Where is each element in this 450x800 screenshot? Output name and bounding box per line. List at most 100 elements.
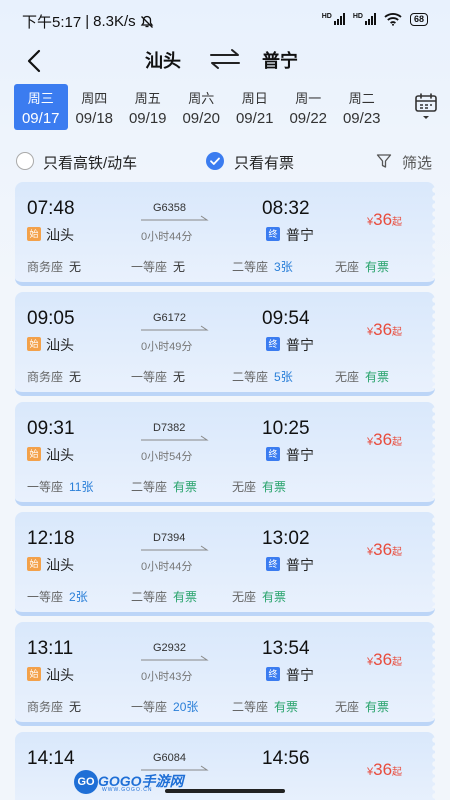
date-tab[interactable]: 周一 09/22 bbox=[282, 84, 336, 130]
arrow-right-icon bbox=[141, 435, 209, 441]
date-tab-weekday: 周二 bbox=[348, 91, 375, 106]
seat-value: 有票 bbox=[274, 700, 299, 714]
departure-time: 14:14 bbox=[27, 748, 75, 769]
high-speed-only-radio[interactable] bbox=[16, 152, 34, 170]
has-ticket-only-label[interactable]: 只看有票 bbox=[234, 152, 294, 173]
seat-info: 一等座无 bbox=[131, 368, 185, 385]
destination-station-title[interactable]: 普宁 bbox=[262, 47, 298, 73]
train-card[interactable]: 07:48 G6358 0小时44分 08:32 始 汕头 终 普宁 ¥36起 … bbox=[15, 182, 435, 286]
seat-info: 二等座 5张 bbox=[232, 368, 293, 385]
train-card[interactable]: 09:05 G6172 0小时49分 09:54 始 汕头 终 普宁 ¥36起 … bbox=[15, 292, 435, 396]
watermark-subtext: WWW.GOGO.CN bbox=[102, 787, 153, 793]
arrow-right-icon bbox=[141, 545, 209, 551]
seat-info: 无座 有票 bbox=[232, 478, 286, 495]
price-suffix: 起 bbox=[392, 657, 403, 668]
arrival-station: 普宁 bbox=[286, 447, 314, 463]
departure-time: 09:31 bbox=[27, 418, 75, 439]
date-tab-date: 09/17 bbox=[21, 110, 60, 127]
start-station-badge: 始 bbox=[27, 447, 41, 461]
check-icon bbox=[210, 157, 220, 165]
seat-value: 20张 bbox=[173, 700, 199, 714]
price-suffix: 起 bbox=[392, 767, 403, 778]
seat-name: 无座 bbox=[232, 590, 257, 604]
departure-time: 07:48 bbox=[27, 198, 75, 219]
departure-station: 汕头 bbox=[46, 447, 74, 463]
seat-info: 商务座无 bbox=[27, 698, 81, 715]
status-bar: 下午5:17 | 8.3K/s HD HD 68 bbox=[0, 0, 450, 40]
train-number: G6358 bbox=[153, 202, 187, 214]
date-tab-date: 09/22 bbox=[289, 110, 328, 127]
seat-value: 有票 bbox=[365, 370, 390, 384]
signal-tag: HD bbox=[321, 13, 332, 20]
duration: 0小时49分 bbox=[141, 341, 193, 353]
origin-station-title[interactable]: 汕头 bbox=[145, 47, 181, 73]
seat-info: 一等座 11张 bbox=[27, 478, 93, 495]
seat-info: 无座 有票 bbox=[335, 368, 389, 385]
departure-station: 汕头 bbox=[46, 337, 74, 353]
price-suffix: 起 bbox=[392, 217, 403, 228]
price: ¥36起 bbox=[367, 430, 402, 450]
funnel-icon[interactable] bbox=[376, 153, 392, 169]
start-station-badge: 始 bbox=[27, 337, 41, 351]
duration: 0小时54分 bbox=[141, 451, 193, 463]
price-suffix: 起 bbox=[392, 327, 403, 338]
date-tab[interactable]: 周二 09/23 bbox=[335, 84, 389, 130]
seat-value: 有票 bbox=[173, 590, 198, 604]
seat-value: 有票 bbox=[262, 590, 287, 604]
seat-name: 一等座 bbox=[131, 700, 168, 714]
seat-value: 有票 bbox=[365, 700, 390, 714]
train-card[interactable]: 12:18 D7394 0小时44分 13:02 始 汕头 终 普宁 ¥36起 … bbox=[15, 512, 435, 616]
arrival-time: 13:54 bbox=[262, 638, 310, 659]
signal-tag: HD bbox=[352, 13, 363, 20]
swap-icon[interactable] bbox=[208, 48, 242, 70]
has-ticket-only-radio[interactable] bbox=[206, 152, 224, 170]
seat-name: 商务座 bbox=[27, 700, 64, 714]
calendar-icon[interactable] bbox=[414, 92, 438, 122]
terminal-station-badge: 终 bbox=[266, 557, 280, 571]
home-indicator[interactable] bbox=[165, 789, 285, 793]
seat-info: 无座 有票 bbox=[335, 258, 389, 275]
date-tab-date: 09/20 bbox=[182, 110, 221, 127]
price-value: 36 bbox=[373, 650, 393, 669]
header: 汕头 普宁 bbox=[0, 40, 450, 80]
price-value: 36 bbox=[373, 210, 393, 229]
seat-value: 有票 bbox=[262, 480, 287, 494]
seat-name: 无座 bbox=[335, 700, 360, 714]
date-tab-weekday: 周六 bbox=[188, 91, 215, 106]
train-card[interactable]: 13:11 G2932 0小时43分 13:54 始 汕头 终 普宁 ¥36起 … bbox=[15, 622, 435, 726]
status-separator: | bbox=[85, 13, 90, 30]
seat-name: 商务座 bbox=[27, 370, 64, 384]
arrival-station: 普宁 bbox=[286, 227, 314, 243]
seat-info: 商务座无 bbox=[27, 258, 81, 275]
price: ¥36起 bbox=[367, 650, 402, 670]
train-card[interactable]: 09:31 D7382 0小时54分 10:25 始 汕头 终 普宁 ¥36起 … bbox=[15, 402, 435, 506]
duration: 0小时44分 bbox=[141, 561, 193, 573]
date-tab[interactable]: 周四 09/18 bbox=[68, 84, 122, 130]
terminal-station-badge: 终 bbox=[266, 667, 280, 681]
date-tab-date: 09/19 bbox=[128, 110, 167, 127]
back-arrow-icon[interactable] bbox=[20, 46, 50, 76]
seat-name: 无座 bbox=[335, 260, 360, 274]
arrival-time: 09:54 bbox=[262, 308, 310, 329]
date-tab-date: 09/21 bbox=[235, 110, 274, 127]
date-tab-weekday: 周四 bbox=[81, 91, 108, 106]
seat-info: 二等座 有票 bbox=[131, 478, 197, 495]
departure-station: 汕头 bbox=[46, 227, 74, 243]
high-speed-only-label[interactable]: 只看高铁/动车 bbox=[43, 152, 137, 173]
departure-time: 09:05 bbox=[27, 308, 75, 329]
date-tab-weekday: 周五 bbox=[134, 91, 161, 106]
date-tab[interactable]: 周六 09/20 bbox=[175, 84, 229, 130]
arrival-time: 13:02 bbox=[262, 528, 310, 549]
price-value: 36 bbox=[373, 430, 393, 449]
date-tab[interactable]: 周五 09/19 bbox=[121, 84, 175, 130]
seat-value: 无 bbox=[69, 260, 82, 274]
price-value: 36 bbox=[373, 760, 393, 779]
filter-button[interactable]: 筛选 bbox=[402, 152, 432, 173]
date-tab[interactable]: 周日 09/21 bbox=[228, 84, 282, 130]
price: ¥36起 bbox=[367, 540, 402, 560]
seat-value: 3张 bbox=[274, 260, 293, 274]
seat-info: 二等座 有票 bbox=[131, 588, 197, 605]
date-tab[interactable]: 周三 09/17 bbox=[14, 84, 68, 130]
seat-info: 一等座 20张 bbox=[131, 698, 198, 715]
seat-name: 二等座 bbox=[232, 260, 269, 274]
